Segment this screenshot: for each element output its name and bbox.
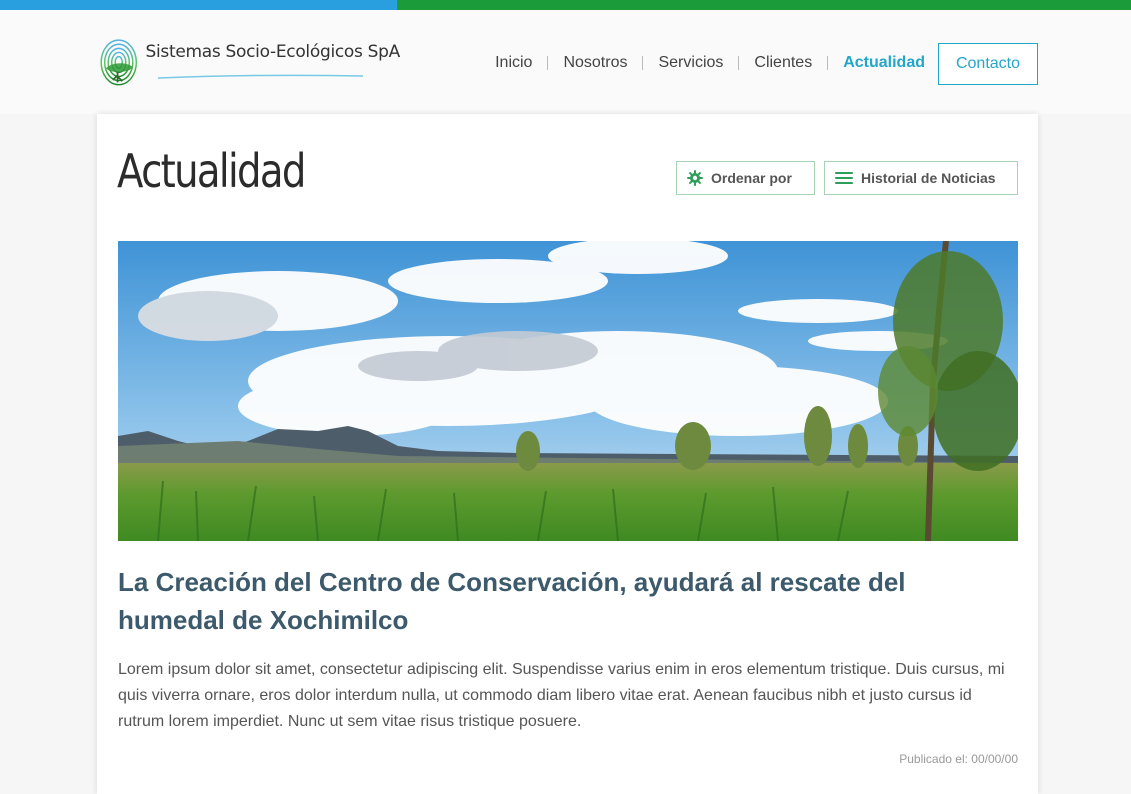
published-date: Publicado el: 00/00/00 <box>899 752 1018 766</box>
nav-item-servicios[interactable]: Servicios <box>658 54 723 72</box>
fingerprint-tree-logo-icon <box>100 39 138 86</box>
logo-swoosh-decoration <box>157 74 363 79</box>
contact-button[interactable]: Contacto <box>938 43 1038 85</box>
nav-separator <box>738 56 740 70</box>
top-color-bar <box>0 0 1131 10</box>
nav-separator <box>827 56 829 70</box>
top-bar-blue <box>0 0 397 10</box>
article-excerpt: Lorem ipsum dolor sit amet, consectetur … <box>118 661 1005 730</box>
article-image[interactable] <box>118 241 1018 541</box>
order-by-button[interactable]: Ordenar por <box>676 161 815 195</box>
nav-item-nosotros[interactable]: Nosotros <box>563 54 627 72</box>
nav-separator <box>642 56 644 70</box>
logo[interactable]: Sistemas Socio-Ecológicos SpA <box>100 22 400 104</box>
nav-item-actualidad[interactable]: Actualidad <box>843 54 925 72</box>
nav-item-inicio[interactable]: Inicio <box>495 54 532 72</box>
gear-icon <box>687 170 703 186</box>
menu-icon <box>835 172 853 184</box>
brand-name: Sistemas Socio-Ecológicos SpA <box>145 42 401 62</box>
nav-item-clientes[interactable]: Clientes <box>754 54 812 72</box>
nav-separator <box>547 56 549 70</box>
wetland-landscape-photo-icon <box>118 241 1018 541</box>
news-history-button[interactable]: Historial de Noticias <box>824 161 1018 195</box>
article-title[interactable]: La Creación del Centro de Conservación, … <box>118 563 1018 639</box>
page-title: Actualidad <box>117 144 306 198</box>
main-nav: Inicio Nosotros Servicios Clientes Actua… <box>495 52 925 74</box>
site-header: Sistemas Socio-Ecológicos SpA Inicio Nos… <box>0 10 1131 114</box>
news-history-label: Historial de Noticias <box>861 170 996 186</box>
news-card: Actualidad Ordenar por Historial de Noti… <box>97 114 1038 794</box>
top-bar-green <box>397 0 1131 10</box>
order-by-label: Ordenar por <box>711 170 792 186</box>
